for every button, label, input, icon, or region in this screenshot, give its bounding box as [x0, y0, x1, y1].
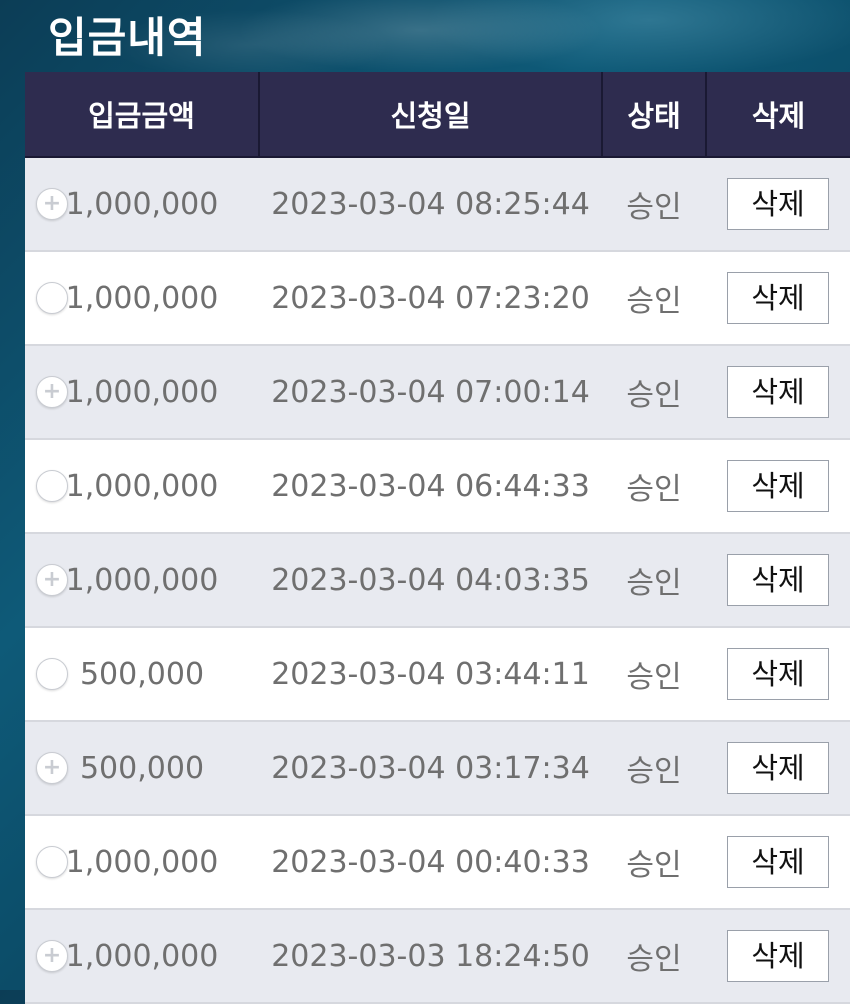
date-cell: 2023-03-04 00:40:33	[259, 815, 602, 910]
delete-button[interactable]: 삭제	[727, 366, 829, 418]
delete-button[interactable]: 삭제	[727, 178, 829, 230]
delete-button[interactable]: 삭제	[727, 272, 829, 324]
date-cell: 2023-03-04 08:25:44	[259, 157, 602, 252]
circle-icon[interactable]	[36, 282, 68, 314]
delete-button[interactable]: 삭제	[727, 554, 829, 606]
plus-circle-icon[interactable]: +	[36, 376, 68, 408]
header-amount: 입금금액	[25, 72, 260, 158]
amount-value: 1,000,000	[65, 938, 219, 974]
delete-button[interactable]: 삭제	[727, 460, 829, 512]
deposit-history-table: 입금금액 신청일 상태 삭제 +1,000,000 2023-03-04 08:2…	[25, 72, 850, 1004]
amount-cell: +1,000,000	[25, 157, 259, 252]
amount-cell: +500,000	[25, 721, 259, 816]
amount-value: 1,000,000	[65, 468, 219, 504]
date-cell: 2023-03-04 03:17:34	[259, 721, 602, 816]
amount-value: 1,000,000	[65, 844, 219, 880]
status-cell: 승인	[602, 627, 706, 722]
table-row: +1,000,000 2023-03-03 18:24:50 승인 삭제	[25, 909, 850, 1004]
circle-icon[interactable]	[36, 658, 68, 690]
amount-cell: 1,000,000	[25, 251, 259, 346]
table-row: 1,000,000 2023-03-04 06:44:33 승인 삭제	[25, 439, 850, 534]
amount-cell: +1,000,000	[25, 533, 259, 628]
delete-button[interactable]: 삭제	[727, 648, 829, 700]
table-header-row: 입금금액 신청일 상태 삭제	[25, 72, 850, 158]
date-cell: 2023-03-04 03:44:11	[259, 627, 602, 722]
amount-value: 1,000,000	[65, 562, 219, 598]
amount-value: 1,000,000	[65, 280, 219, 316]
status-cell: 승인	[602, 815, 706, 910]
table-row: 500,000 2023-03-04 03:44:11 승인 삭제	[25, 627, 850, 722]
table-row: +1,000,000 2023-03-04 07:00:14 승인 삭제	[25, 345, 850, 440]
delete-cell: 삭제	[706, 627, 850, 722]
status-cell: 승인	[602, 251, 706, 346]
plus-circle-icon[interactable]: +	[36, 940, 68, 972]
amount-value: 1,000,000	[65, 186, 219, 222]
delete-button[interactable]: 삭제	[727, 930, 829, 982]
delete-cell: 삭제	[706, 721, 850, 816]
amount-cell: 1,000,000	[25, 815, 259, 910]
status-cell: 승인	[602, 721, 706, 816]
date-cell: 2023-03-04 06:44:33	[259, 439, 602, 534]
delete-cell: 삭제	[706, 815, 850, 910]
date-cell: 2023-03-04 04:03:35	[259, 533, 602, 628]
date-cell: 2023-03-04 07:23:20	[259, 251, 602, 346]
amount-cell: 1,000,000	[25, 439, 259, 534]
table-row: 1,000,000 2023-03-04 00:40:33 승인 삭제	[25, 815, 850, 910]
delete-button[interactable]: 삭제	[727, 836, 829, 888]
amount-cell: +1,000,000	[25, 345, 259, 440]
delete-cell: 삭제	[706, 157, 850, 252]
table-row: +1,000,000 2023-03-04 08:25:44 승인 삭제	[25, 157, 850, 252]
plus-circle-icon[interactable]: +	[36, 564, 68, 596]
status-cell: 승인	[602, 533, 706, 628]
amount-value: 500,000	[79, 750, 205, 786]
date-cell: 2023-03-03 18:24:50	[259, 909, 602, 1004]
page-title: 입금내역	[48, 13, 207, 62]
header-delete: 삭제	[706, 72, 850, 158]
delete-cell: 삭제	[706, 345, 850, 440]
status-cell: 승인	[602, 909, 706, 1004]
amount-cell: 500,000	[25, 627, 259, 722]
status-cell: 승인	[602, 157, 706, 252]
circle-icon[interactable]	[36, 470, 68, 502]
status-cell: 승인	[602, 345, 706, 440]
delete-cell: 삭제	[706, 251, 850, 346]
circle-icon[interactable]	[36, 846, 68, 878]
delete-button[interactable]: 삭제	[727, 742, 829, 794]
table-row: +1,000,000 2023-03-04 04:03:35 승인 삭제	[25, 533, 850, 628]
status-cell: 승인	[602, 439, 706, 534]
header-date: 신청일	[259, 72, 603, 158]
table-row: +500,000 2023-03-04 03:17:34 승인 삭제	[25, 721, 850, 816]
amount-value: 500,000	[79, 656, 205, 692]
delete-cell: 삭제	[706, 533, 850, 628]
delete-cell: 삭제	[706, 909, 850, 1004]
table-row: 1,000,000 2023-03-04 07:23:20 승인 삭제	[25, 251, 850, 346]
amount-value: 1,000,000	[65, 374, 219, 410]
amount-cell: +1,000,000	[25, 909, 259, 1004]
plus-circle-icon[interactable]: +	[36, 752, 68, 784]
header-status: 상태	[602, 72, 707, 158]
delete-cell: 삭제	[706, 439, 850, 534]
date-cell: 2023-03-04 07:00:14	[259, 345, 602, 440]
plus-circle-icon[interactable]: +	[36, 188, 68, 220]
